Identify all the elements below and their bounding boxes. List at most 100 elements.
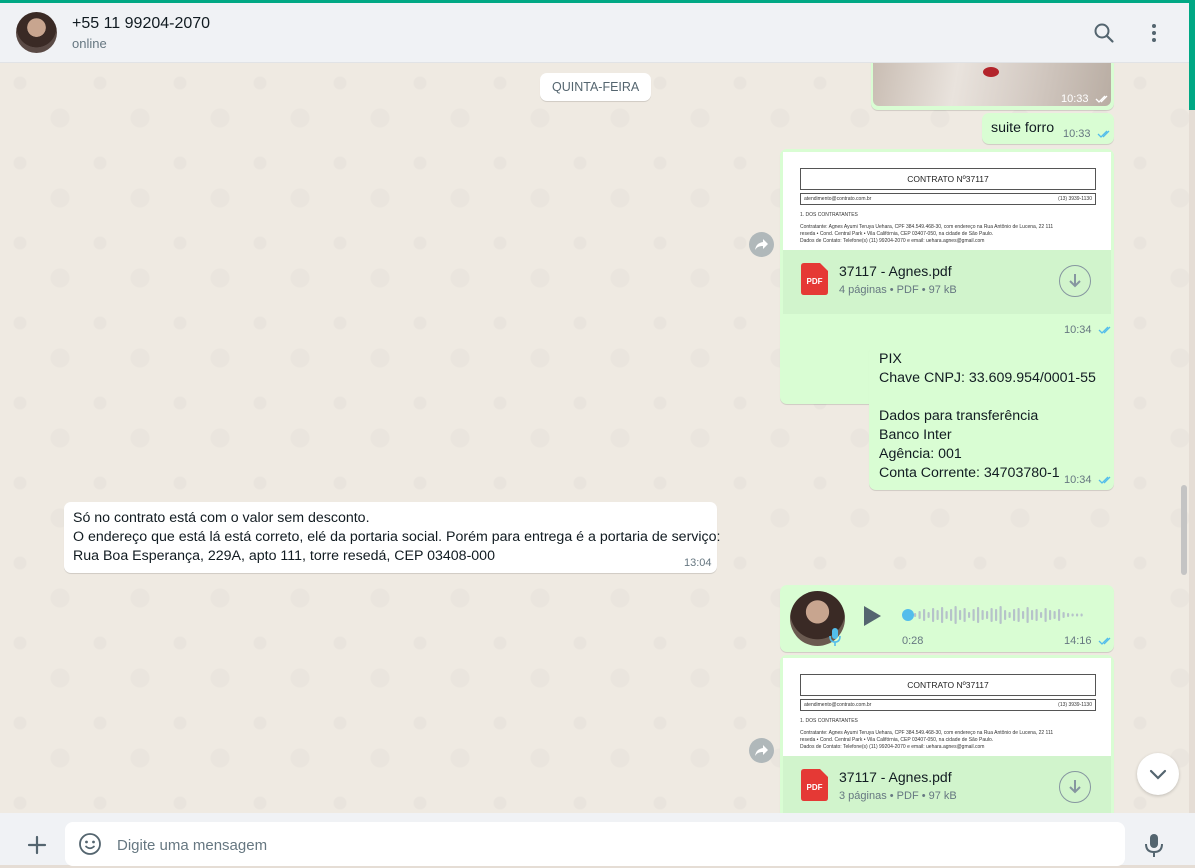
waveform-bar — [963, 608, 966, 622]
contact-name[interactable]: +55 11 99204-2070 — [72, 15, 210, 33]
waveform-bar — [950, 609, 953, 621]
scroll-to-bottom-button[interactable] — [1137, 753, 1179, 795]
voice-message[interactable]: 0:28 14:16 — [780, 585, 1114, 652]
search-icon[interactable] — [1092, 21, 1116, 45]
waveform-bar — [1076, 613, 1079, 617]
waveform-bar — [941, 607, 944, 623]
waveform-bar — [959, 610, 962, 620]
message-line: Rua Boa Esperança, 229A, apto 111, torre… — [73, 548, 495, 564]
waveform-bar — [1013, 609, 1016, 621]
waveform-bar — [945, 611, 948, 619]
forward-button[interactable] — [749, 738, 774, 763]
pdf-file-icon: PDF — [801, 263, 828, 295]
waveform-bar — [972, 609, 975, 621]
contact-status: online — [72, 36, 107, 51]
waveform-bar — [936, 610, 939, 620]
message-line: Conta Corrente: 34703780-1 — [879, 465, 1060, 481]
waveform-bar — [1067, 613, 1070, 617]
message-list[interactable]: QUINTA-FEIRA 10:33 suite forro 10:33 CON… — [0, 63, 1189, 813]
incoming-message[interactable]: Só no contrato está com o valor sem desc… — [64, 502, 721, 573]
svg-text:PDF: PDF — [807, 277, 823, 286]
plus-icon[interactable] — [25, 833, 49, 857]
waveform-bar — [914, 613, 917, 617]
waveform-bar — [923, 609, 926, 621]
doc-preview-line: Contratante: Agnes Ayumi Teruya Uehara, … — [800, 730, 1054, 736]
waveform-bar — [990, 608, 993, 622]
chat-scrollbar[interactable] — [1181, 485, 1187, 575]
window-edge-accent — [1189, 3, 1195, 110]
playback-knob[interactable] — [902, 609, 914, 621]
waveform-bar — [1026, 607, 1029, 623]
document-preview[interactable]: CONTRATO Nº37117 atendimento@contrato.co… — [783, 152, 1111, 250]
waveform-bar — [1058, 609, 1061, 621]
download-icon — [1069, 780, 1081, 794]
voice-duration: 0:28 — [902, 635, 924, 647]
message-composer[interactable] — [65, 822, 1125, 868]
document-file-row[interactable]: PDF 37117 - Agnes.pdf 4 páginas • PDF • … — [783, 250, 1111, 314]
waveform-bar — [932, 608, 935, 622]
chat-header: +55 11 99204-2070 online — [0, 3, 1189, 63]
waveform-bar — [1044, 608, 1047, 622]
message-time: 10:33 — [1063, 128, 1113, 140]
document-file-row[interactable]: PDF 37117 - Agnes.pdf 3 páginas • PDF • … — [783, 756, 1111, 813]
doc-preview-line: reseda • Cond. Central Park • Vila Calif… — [800, 737, 994, 743]
waveform-bar — [1017, 608, 1020, 622]
waveform-bar — [927, 612, 930, 618]
waveform-bar — [995, 609, 998, 621]
waveform-bar — [1080, 613, 1083, 617]
message-input[interactable] — [115, 822, 1109, 868]
emoji-icon[interactable] — [78, 832, 102, 856]
waveform-bar — [918, 611, 921, 619]
waveform-bar — [1008, 612, 1011, 618]
doc-preview-contact: atendimento@contrato.com.br (13) 3939-113… — [800, 193, 1096, 205]
read-ticks-icon — [1098, 326, 1111, 335]
message-text: suite forro — [991, 120, 1055, 136]
text-message[interactable]: suite forro 10:33 — [982, 113, 1114, 144]
download-icon — [1069, 274, 1081, 288]
forward-icon — [755, 745, 768, 756]
forward-button[interactable] — [749, 232, 774, 257]
waveform-bar — [1053, 611, 1056, 619]
waveform-bar — [981, 610, 984, 620]
forward-icon — [755, 239, 768, 250]
waveform-bar — [1022, 611, 1025, 619]
pdf-file-icon: PDF — [801, 769, 828, 801]
message-line: Dados para transferência — [879, 408, 1039, 424]
text-message-pix[interactable]: PIX Chave CNPJ: 33.609.954/0001-55 Dados… — [869, 345, 1114, 490]
doc-preview-line: reseda • Cond. Central Park • Vila Calif… — [800, 231, 994, 237]
audio-waveform[interactable] — [902, 605, 1097, 625]
message-line: O endereço que está lá está correto, elé… — [73, 529, 721, 545]
read-ticks-icon — [1098, 476, 1111, 485]
waveform-bar — [999, 606, 1002, 624]
message-time: 10:33 — [1061, 93, 1111, 105]
message-time: 13:04 — [684, 557, 712, 569]
doc-preview-line: Dados de Contato: Telefone(s) (11) 99204… — [800, 744, 985, 750]
download-button[interactable] — [1059, 771, 1091, 803]
date-divider: QUINTA-FEIRA — [540, 73, 652, 101]
file-meta: 3 páginas • PDF • 97 kB — [839, 790, 957, 802]
waveform-bar — [986, 611, 989, 619]
download-button[interactable] — [1059, 265, 1091, 297]
microphone-icon[interactable] — [1143, 832, 1165, 858]
image-message[interactable]: 10:33 — [871, 63, 1114, 110]
read-ticks-icon — [1097, 130, 1110, 139]
file-name: 37117 - Agnes.pdf — [839, 263, 952, 279]
play-icon[interactable] — [862, 605, 882, 627]
waveform-bar — [1062, 612, 1065, 618]
waveform-bar — [1049, 610, 1052, 620]
waveform-bar — [1040, 612, 1043, 618]
document-preview[interactable]: CONTRATO Nº37117 atendimento@contrato.co… — [783, 658, 1111, 756]
doc-preview-contact: atendimento@contrato.com.br (13) 3939-113… — [800, 699, 1096, 711]
menu-dots-icon[interactable] — [1142, 21, 1166, 45]
message-line: PIX — [879, 351, 902, 367]
contact-avatar[interactable] — [16, 12, 57, 53]
document-message[interactable]: CONTRATO Nº37117 atendimento@contrato.co… — [780, 655, 1114, 813]
doc-preview-title: CONTRATO Nº37117 — [800, 168, 1096, 190]
waveform-bar — [954, 606, 957, 624]
doc-preview-line: Dados de Contato: Telefone(s) (11) 99204… — [800, 238, 985, 244]
file-meta: 4 páginas • PDF • 97 kB — [839, 284, 957, 296]
doc-preview-title: CONTRATO Nº37117 — [800, 674, 1096, 696]
doc-preview-section: 1. DOS CONTRATANTES — [800, 718, 858, 724]
waveform-bar — [1071, 613, 1074, 617]
waveform-bar — [1004, 610, 1007, 620]
